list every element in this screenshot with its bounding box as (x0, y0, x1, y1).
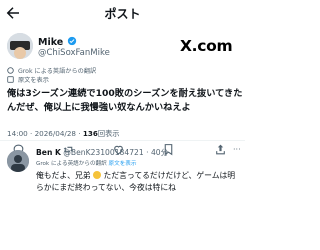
top-bar: ポスト (0, 0, 245, 26)
reply-line-1-end: ただ言ってるだけだけど、ゲームは明 (103, 171, 236, 180)
reply-line-1-start: 俺もだよ、兄弟 (36, 171, 91, 180)
reply-view-original-link[interactable]: 原文を表示 (109, 161, 137, 167)
reply-text: 俺もだよ、兄弟 ただ言ってるだけだけど、ゲームは明 らかにまだ終わってない、今夜… (36, 170, 241, 193)
view-original-text: 原文を表示 (17, 77, 49, 84)
reply-author-name[interactable]: Ben K (36, 148, 61, 157)
reply-translation-text: Grok による英語からの翻訳 (36, 161, 107, 167)
author-avatar[interactable] (7, 33, 33, 59)
verified-badge-icon (67, 36, 76, 46)
author-name[interactable]: Mike (38, 36, 77, 48)
post-text: 俺は3シーズン連続で100敗のシーズンを耐え抜いてきた んだぜ、俺以上に我慢強い… (7, 87, 243, 115)
translate-icon (7, 76, 14, 83)
page-title: ポスト (104, 7, 141, 21)
post-line-2: んだぜ、俺以上に我慢強い奴なんかいねえよ (7, 102, 191, 113)
x-com-logo: X.com (180, 37, 233, 55)
views-count: 136 (82, 129, 98, 138)
grok-icon (7, 67, 14, 74)
post-time[interactable]: 14:00 · 2026/04/28 · (7, 129, 83, 138)
reply-avatar[interactable] (7, 150, 29, 172)
view-original-link[interactable]: 原文を表示 (7, 75, 49, 84)
post-meta: 14:00 · 2026/04/28 · 136回表示 (7, 129, 119, 139)
post-line-1: 俺は3シーズン連続で100敗のシーズンを耐え抜いてきた (7, 88, 243, 99)
share-icon (216, 144, 225, 155)
reply-translation-note: Grok による英語からの翻訳 原文を表示 (36, 159, 137, 167)
translation-note-text: Grok による英語からの翻訳 (17, 68, 97, 75)
translation-note: Grok による英語からの翻訳 (7, 66, 96, 75)
reply-handle-time[interactable]: @BenK231001847​21 · 40分 (63, 148, 168, 157)
share-button[interactable] (214, 141, 227, 160)
views-label: 回表示 (97, 129, 120, 138)
reply-line-1: 俺もだよ、兄弟 ただ言ってるだけだけど、ゲームは明 (36, 170, 241, 182)
author-name-text: Mike (38, 37, 64, 48)
reply-line-2: らかにまだ終わってない、今夜は特にね (36, 182, 176, 192)
reply-header: Ben K @BenK231001847​21 · 40分 (36, 147, 168, 158)
laughing-emoji-icon (93, 171, 102, 179)
more-options-button[interactable]: ··· (233, 145, 241, 154)
author-handle[interactable]: @ChiSoxFanMike (38, 48, 110, 58)
